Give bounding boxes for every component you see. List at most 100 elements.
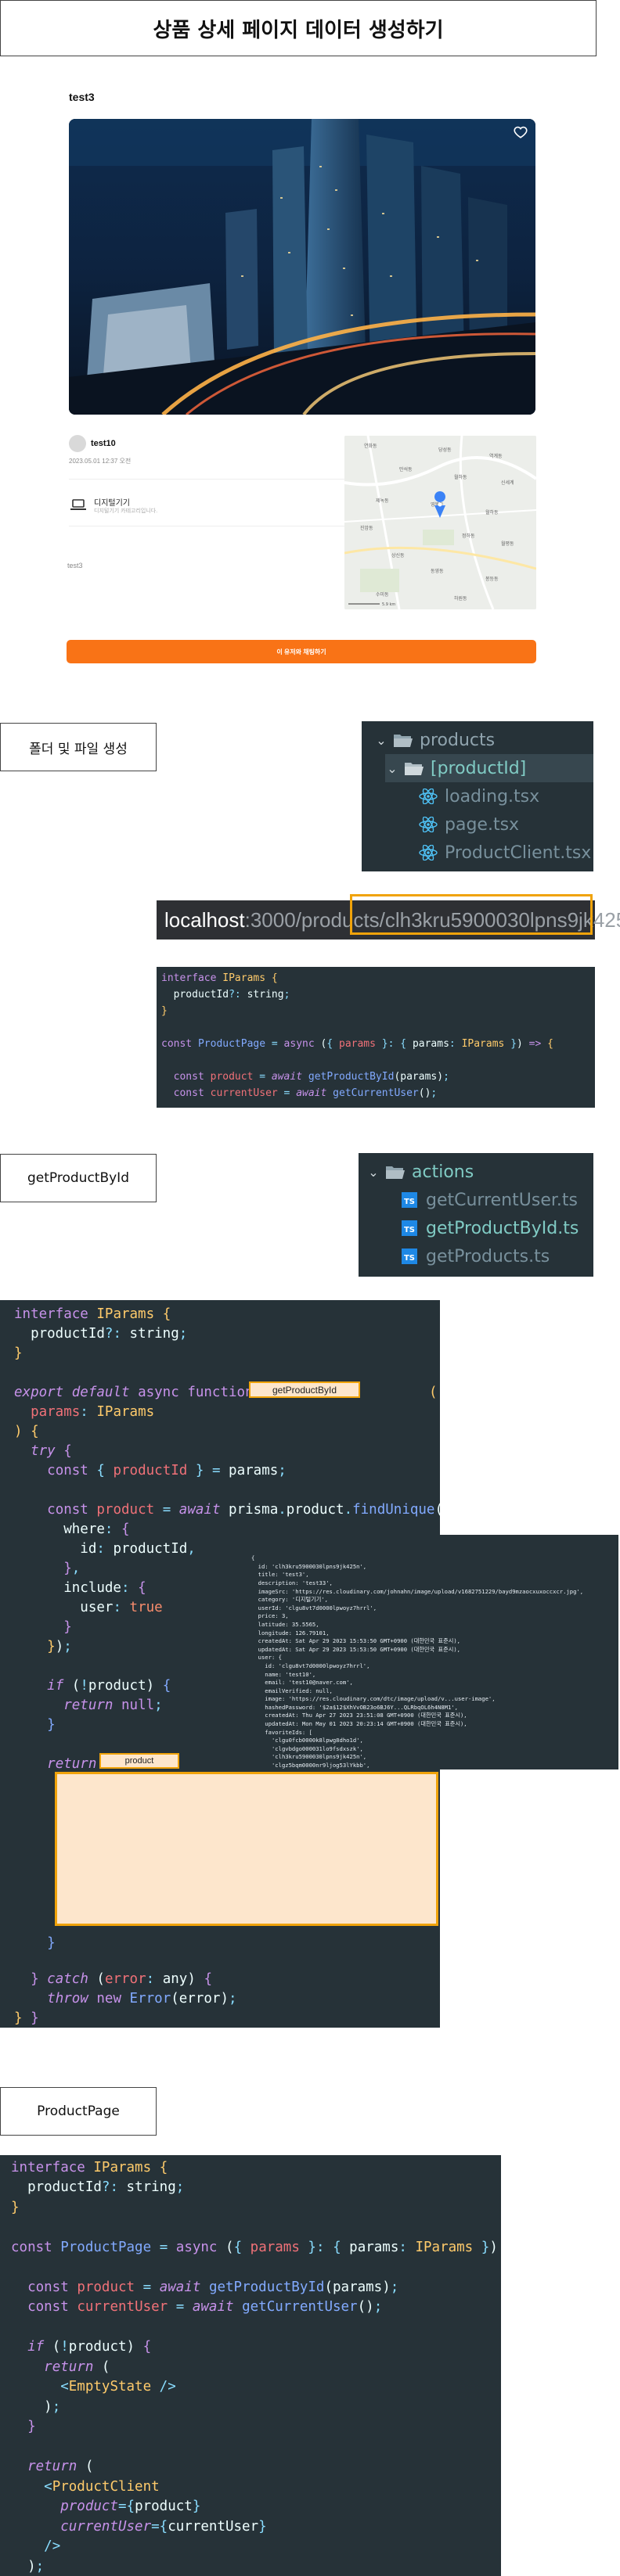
svg-text:봉등동: 봉등동 [485,576,499,582]
section-label-getproductbyid: getProductById [0,1154,157,1202]
query-result-line: favoriteIds: [ [251,1728,312,1736]
typescript-icon: TS [402,1192,417,1208]
page-title: 상품 상세 페이지 데이터 생성하기 [153,18,444,42]
query-result-line: description: 'test33', [251,1579,333,1586]
svg-text:월하동: 월하동 [454,474,467,480]
page-title-box: 상품 상세 페이지 데이터 생성하기 [0,0,597,56]
svg-text:5.9 km: 5.9 km [382,602,395,607]
code-close-return: } [14,1935,56,1951]
query-result-line: 'clh3kru5900030lpns9jk425n', [251,1753,367,1761]
product-title: test3 [69,91,95,103]
section-label-text: 폴더 및 파일 생성 [29,741,128,757]
tree-file-getproducts[interactable]: TS getProducts.ts [395,1242,593,1270]
query-result-line: latitude: 35.5565, [251,1620,319,1628]
query-result-line: price: 3, [251,1612,289,1620]
typescript-icon: TS [402,1248,417,1264]
query-result-line: updatedAt: Sat Apr 29 2023 15:53:50 GMT+… [251,1645,460,1653]
svg-text:제녹동: 제녹동 [376,498,389,504]
svg-text:당성동: 당성동 [438,447,452,453]
code-close-function: } [14,2010,23,2026]
tree-label: getCurrentUser.ts [426,1190,578,1210]
query-result-line: id: 'clh3kru5900030lpns9jk425n', [251,1562,367,1570]
tree-file-productclient[interactable]: ProductClient.tsx [413,839,593,867]
location-map[interactable]: 연화동 당성동 역계동 만석동 월하동 신세계 제녹동 영봉동 월하동 진암동 정하동 월평동 … [344,436,536,609]
section-label-text: ProductPage [37,2104,120,2119]
svg-text:TS: TS [404,1198,415,1206]
function-name-box: getProductById [249,1381,360,1398]
tree-label: page.tsx [445,814,520,835]
tree-file-page[interactable]: page.tsx [413,810,593,839]
query-result-line: id: 'clgu8vt7d0000lpwoyz7hrrl', [251,1662,370,1669]
query-result-line: name: 'test10', [251,1670,316,1678]
code-block-productpage: interface IParams { productId?: string; … [0,2155,501,2576]
query-result-line: createdAt: Thu Apr 27 2023 23:51:08 GMT+… [251,1712,467,1719]
query-result-line: user: { [251,1654,282,1662]
query-result-line: createdAt: Sat Apr 29 2023 15:53:50 GMT+… [251,1637,460,1645]
tree-label: [productId] [431,758,527,778]
query-result-line: longitude: 126.79101, [251,1629,330,1636]
tree-file-loading[interactable]: loading.tsx [413,782,593,810]
section-label-productpage: ProductPage [0,2087,157,2136]
highlight-box [350,894,593,935]
chevron-down-icon: ⌄ [368,1164,379,1180]
typescript-icon: TS [402,1220,417,1236]
tree-label: ProductClient.tsx [445,842,592,863]
svg-text:월평동: 월평동 [501,541,514,547]
query-result-line: imageSrc: 'https://res.cloudinary.com/jo… [251,1587,584,1595]
tree-folder-products[interactable]: ⌄ products [374,726,593,754]
city-photo [69,119,535,415]
code-block-page-snippet: interface IParams { productId?: string; … [157,967,595,1108]
folder-open-icon [394,735,413,747]
folder-open-icon [386,1166,405,1179]
product-image [69,119,535,415]
chat-button[interactable]: 이 유저와 채팅하기 [67,640,536,663]
query-result-line: { [251,1554,255,1562]
chevron-down-icon: ⌄ [376,732,387,748]
svg-text:만석동: 만석동 [399,466,413,472]
query-result-line: updatedAt: Mon May 01 2023 20:23:14 GMT+… [251,1720,467,1728]
svg-text:TS: TS [404,1226,415,1234]
svg-text:역계동: 역계동 [489,453,503,459]
product-description: test3 [67,562,83,569]
avatar [69,435,86,452]
query-result-line: email: 'test10@naver.com', [251,1679,353,1687]
query-result-line: 'clgvbdgo000031lo9fsdxszk', [251,1744,363,1752]
tree-label: getProductById.ts [426,1218,579,1238]
svg-text:상신동: 상신동 [391,552,405,559]
svg-text:TS: TS [404,1254,415,1263]
query-result-line: 'clgu0fcb0000k8lpwg8dho1d', [251,1737,363,1744]
svg-text:진암동: 진암동 [360,525,373,531]
tree-label: products [420,730,496,750]
url-host: localhost [164,907,245,932]
query-result-line: image: 'https://res.cloudinary.com/dtc/i… [251,1695,496,1703]
return-object-box [55,1772,438,1926]
svg-text:정하동: 정하동 [462,533,475,539]
query-result-line: title: 'test3', [251,1571,309,1579]
heart-icon[interactable] [514,125,528,139]
query-result-line: userId: 'clgu8vt7d0000lpwoyz7hrrl', [251,1604,377,1611]
category-name: 디지털기기 [94,499,130,508]
query-result-lines: { id: 'clh3kru5900030lpns9jk425n', title… [251,1554,612,1769]
svg-text:동영동: 동영동 [431,568,444,574]
query-result-overlay: { id: 'clh3kru5900030lpns9jk425n', title… [245,1535,618,1769]
tree-file-getproductbyid[interactable]: TS getProductById.ts [395,1214,593,1242]
return-value-box: product [99,1753,179,1769]
tree-folder-actions[interactable]: ⌄ actions [366,1158,593,1186]
tree-folder-productid[interactable]: ⌄ [productId] [385,754,593,782]
react-icon [419,817,438,832]
query-result-line: category: '디지털기기', [251,1596,328,1604]
react-icon [419,845,438,860]
user-name: test10 [91,439,116,448]
query-result-line: emailVerified: null, [251,1687,333,1694]
folder-open-icon [405,763,424,775]
tree-label: actions [412,1162,474,1182]
react-icon [419,789,438,804]
file-tree-products: ⌄ products ⌄ [productId] loading.tsx pag… [362,721,593,871]
section-label-text: getProductById [27,1170,129,1186]
tree-label: loading.tsx [445,786,540,807]
tree-label: getProducts.ts [426,1246,550,1266]
tree-file-getcurrentuser[interactable]: TS getCurrentUser.ts [395,1186,593,1214]
divider [69,479,366,480]
post-date-suffix: 오전 [119,458,132,465]
